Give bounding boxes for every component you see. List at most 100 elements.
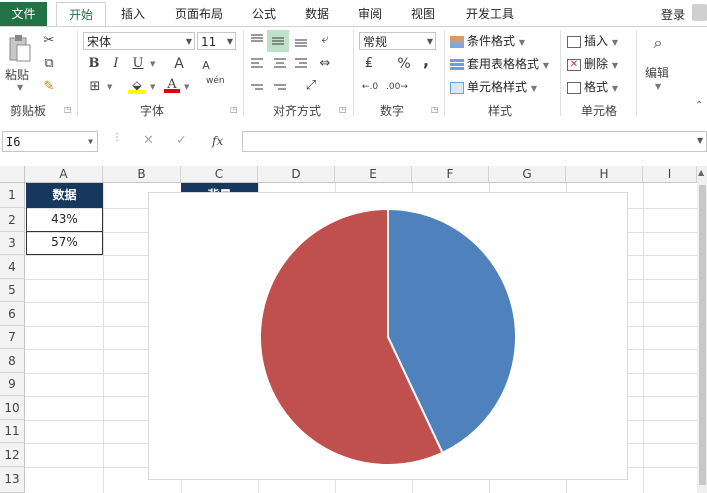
column-header-b[interactable]: B — [103, 166, 181, 183]
scroll-up-icon[interactable]: ▲ — [698, 168, 704, 177]
column-header-g[interactable]: G — [489, 166, 566, 183]
font-group-label: 字体 — [139, 104, 164, 118]
border-icon[interactable]: ⊞ — [86, 78, 104, 96]
delete-cells-label: 删除 — [584, 57, 609, 71]
copy-icon[interactable]: ⧉ — [40, 55, 58, 73]
decrease-decimal-icon[interactable]: .00→ — [386, 78, 408, 96]
row-header-2[interactable]: 2 — [0, 208, 25, 232]
row-header-7[interactable]: 7 — [0, 326, 25, 349]
collapse-ribbon-icon[interactable]: ⌃ — [695, 100, 703, 111]
cut-icon[interactable]: ✂ — [40, 32, 58, 50]
column-header-i[interactable]: I — [643, 166, 697, 183]
pie-chart[interactable] — [148, 192, 628, 480]
format-as-table-button[interactable]: 套用表格格式 ▼ — [450, 55, 549, 75]
group-divider — [560, 30, 561, 116]
column-header-d[interactable]: D — [258, 166, 335, 183]
increase-decimal-icon[interactable]: ←.0 — [360, 78, 380, 96]
font-size-select[interactable]: 11 ▼ — [197, 32, 236, 50]
cell-a3[interactable]: 57% — [26, 232, 103, 255]
editing-button[interactable]: 编辑 — [645, 64, 669, 81]
tab-insert[interactable]: 插入 — [112, 2, 154, 26]
name-box[interactable]: I6 ▼ — [2, 131, 98, 152]
row-header-13[interactable]: 13 — [0, 467, 25, 493]
column-header-c[interactable]: C — [181, 166, 258, 183]
tab-file[interactable]: 文件 — [0, 2, 47, 26]
grow-font-button[interactable]: A — [172, 55, 186, 73]
cell-styles-button[interactable]: 单元格样式 ▼ — [450, 78, 537, 98]
orientation-icon[interactable]: ⤢ — [302, 77, 320, 95]
insert-function-button[interactable]: fx — [212, 134, 223, 148]
row-header-11[interactable]: 11 — [0, 420, 25, 443]
font-color-dropdown-icon[interactable]: ▼ — [184, 83, 189, 91]
avatar-icon[interactable] — [692, 4, 707, 21]
format-painter-icon[interactable]: ✎ — [40, 78, 58, 96]
format-cells-button[interactable]: 格式 ▼ — [567, 78, 618, 98]
conditional-format-button[interactable]: 条件格式 ▼ — [450, 32, 525, 52]
styles-group-label: 样式 — [487, 104, 512, 118]
border-dropdown-icon[interactable]: ▼ — [107, 83, 112, 91]
font-launcher-icon[interactable]: ◳ — [230, 105, 238, 114]
paste-icon[interactable] — [6, 34, 32, 64]
phonetic-button[interactable]: wén — [206, 76, 225, 86]
cell-a2[interactable]: 43% — [26, 208, 103, 232]
merge-center-icon[interactable]: ⇔ — [316, 55, 334, 73]
confirm-entry-icon[interactable]: ✓ — [176, 133, 187, 148]
tab-developer[interactable]: 开发工具 — [456, 2, 524, 26]
more-options-icon[interactable]: ⋮ — [112, 132, 122, 143]
cancel-entry-icon[interactable]: ✕ — [143, 133, 154, 148]
clipboard-launcher-icon[interactable]: ◳ — [64, 105, 72, 114]
formula-input[interactable] — [242, 131, 707, 152]
find-binoculars-icon[interactable]: ⌕ — [647, 34, 669, 52]
group-divider — [636, 30, 637, 116]
column-header-e[interactable]: E — [335, 166, 412, 183]
tab-page-layout[interactable]: 页面布局 — [165, 2, 233, 26]
row-header-9[interactable]: 9 — [0, 373, 25, 396]
font-color-icon[interactable]: A — [164, 77, 180, 97]
shrink-font-button[interactable]: A — [200, 57, 212, 75]
column-header-a[interactable]: A — [25, 166, 103, 183]
tab-home[interactable]: 开始 — [56, 2, 106, 27]
number-launcher-icon[interactable]: ◳ — [431, 105, 439, 114]
fill-color-dropdown-icon[interactable]: ▼ — [150, 83, 155, 91]
tab-review[interactable]: 审阅 — [350, 2, 390, 26]
tab-formulas[interactable]: 公式 — [244, 2, 284, 26]
number-format-select[interactable]: 常规 ▼ — [359, 32, 436, 50]
conditional-format-label: 条件格式 — [467, 34, 516, 48]
font-name-select[interactable]: 宋体 ▼ — [83, 32, 195, 50]
select-all-corner[interactable] — [0, 166, 25, 183]
paste-dropdown-icon[interactable]: ▼ — [17, 83, 23, 92]
row-header-1[interactable]: 1 — [0, 183, 25, 208]
row-header-6[interactable]: 6 — [0, 302, 25, 326]
row-header-5[interactable]: 5 — [0, 279, 25, 302]
editing-dropdown-icon[interactable]: ▼ — [655, 82, 661, 91]
insert-cells-button[interactable]: 插入 ▼ — [567, 32, 618, 52]
fill-color-icon[interactable]: ⬙ — [128, 78, 146, 98]
row-header-4[interactable]: 4 — [0, 255, 25, 279]
paste-button[interactable]: 粘贴 — [5, 66, 29, 83]
row-header-10[interactable]: 10 — [0, 396, 25, 420]
comma-button[interactable]: , — [420, 52, 432, 70]
underline-dropdown-icon[interactable]: ▼ — [150, 60, 155, 68]
column-header-h[interactable]: H — [566, 166, 643, 183]
alignment-launcher-icon[interactable]: ◳ — [339, 105, 347, 114]
percent-button[interactable]: % — [396, 55, 412, 73]
bold-button[interactable]: B — [86, 55, 102, 73]
row-header-12[interactable]: 12 — [0, 443, 25, 467]
underline-button[interactable]: U — [130, 55, 146, 73]
column-header-f[interactable]: F — [412, 166, 489, 183]
group-divider — [444, 30, 445, 116]
tab-data[interactable]: 数据 — [297, 2, 337, 26]
wrap-text-icon[interactable]: ⤶ — [316, 31, 334, 49]
scrollbar-thumb[interactable] — [699, 185, 706, 485]
login-link[interactable]: 登录 — [661, 6, 685, 23]
tab-view[interactable]: 视图 — [403, 2, 443, 26]
italic-button[interactable]: I — [108, 55, 124, 73]
expand-formula-bar-icon[interactable]: ▼ — [697, 136, 703, 145]
accounting-format-icon[interactable]: ₤ — [360, 55, 378, 73]
row-header-8[interactable]: 8 — [0, 349, 25, 373]
cell-a1[interactable]: 数据 — [26, 183, 103, 208]
row-header-3[interactable]: 3 — [0, 232, 25, 255]
delete-cells-button[interactable]: ✕ 删除 ▼ — [567, 55, 618, 75]
font-size-value: 11 — [201, 35, 217, 49]
number-group-label: 数字 — [379, 104, 404, 118]
